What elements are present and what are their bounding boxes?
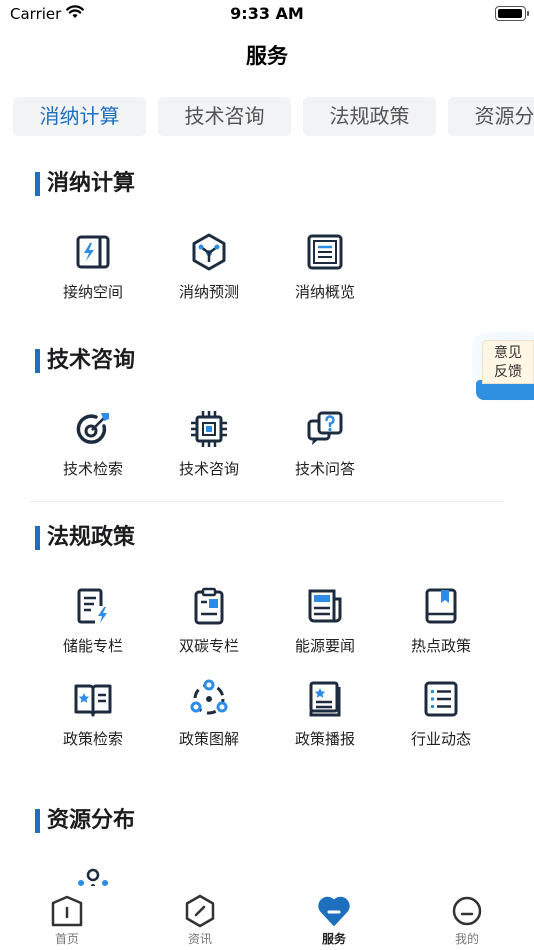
tab-consumption[interactable]: 消纳计算 [13,97,146,136]
service-item-policy-diagram[interactable]: 政策图解 [151,679,267,749]
service-item-tech-consult[interactable]: 技术咨询 [151,409,267,479]
section-title-tech: 技术咨询 [35,348,135,374]
bookmark-book-icon [425,588,457,624]
service-heart-icon [318,896,350,926]
network-nodes-icon [190,679,228,715]
carbon-clipboard-icon [194,587,224,625]
home-icon [51,895,83,927]
service-item-hot-policy[interactable]: 热点政策 [383,586,499,656]
page-title: 服务 [246,44,288,68]
section-divider [30,501,504,502]
tab-policy[interactable]: 法规政策 [303,97,436,136]
feedback-button[interactable]: 意见 反馈 [472,332,534,402]
consumption-overview-icon [307,234,343,270]
section-title-consumption: 消纳计算 [35,171,135,197]
service-item-carbon-column[interactable]: 双碳专栏 [151,586,267,656]
service-item-industry-news[interactable]: 行业动态 [383,679,499,749]
broadcast-book-icon [309,681,341,717]
section-title-policy: 法规政策 [35,525,135,551]
tab-tech-consult[interactable]: 技术咨询 [158,97,291,136]
news-compass-icon [185,894,215,928]
access-space-icon [76,235,110,269]
feedback-label-line1: 意见 [494,345,522,361]
category-tabs: 消纳计算技术咨询法规政策资源分布 [13,97,534,136]
service-item-storage-column[interactable]: 储能专栏 [35,586,151,656]
service-item-energy-news[interactable]: 能源要闻 [267,586,383,656]
service-item-tech-qa[interactable]: 技术问答 [267,409,383,479]
tabbar-profile[interactable]: 我的 [427,894,507,947]
service-item-tech-search[interactable]: 技术检索 [35,409,151,479]
tab-resource[interactable]: 资源分布 [448,97,534,136]
status-time: 9:33 AM [230,4,304,23]
feedback-label-line2: 反馈 [494,364,522,380]
chip-icon [191,411,227,447]
bottom-tab-bar: 首页 资讯 服务 我的 [0,886,534,950]
status-bar: Carrier 9:33 AM [0,0,534,28]
service-item-consumption-forecast[interactable]: 消纳预测 [151,232,267,302]
target-search-icon [76,413,109,444]
service-item-policy-search[interactable]: 政策检索 [35,679,151,749]
tabbar-news[interactable]: 资讯 [160,894,240,947]
service-item-policy-broadcast[interactable]: 政策播报 [267,679,383,749]
tabbar-home[interactable]: 首页 [27,894,107,947]
star-book-icon [74,684,112,717]
service-item-consumption-overview[interactable]: 消纳概览 [267,232,383,302]
profile-face-icon [452,896,482,926]
service-item-access-space[interactable]: 接纳空间 [35,232,151,302]
section-title-resource: 资源分布 [35,808,135,834]
battery-icon [495,6,529,21]
question-bubble-icon [307,411,343,445]
list-doc-icon [424,681,458,717]
storage-doc-icon [77,588,107,624]
resource-map-icon [78,868,108,888]
news-paper-icon [308,589,342,623]
tabbar-service[interactable]: 服务 [294,894,374,947]
consumption-forecast-icon [192,233,226,271]
